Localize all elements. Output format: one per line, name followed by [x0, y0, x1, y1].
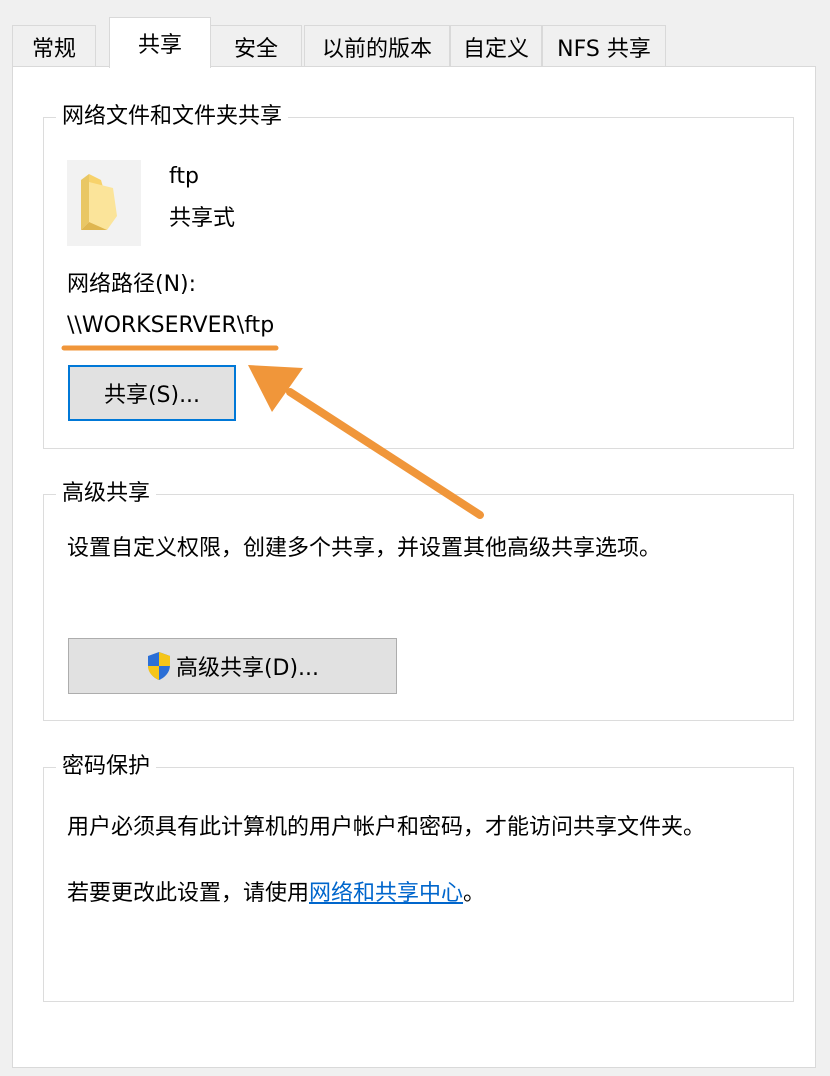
folder-icon [67, 160, 141, 246]
tab-label: 以前的版本 [321, 36, 432, 62]
tab-general[interactable]: 常规 [12, 25, 96, 67]
shield-icon [146, 651, 172, 681]
tab-label: 自定义 [462, 36, 529, 62]
advanced-sharing-description: 设置自定义权限，创建多个共享，并设置其他高级共享选项。 [67, 536, 662, 561]
share-state: 共享式 [169, 206, 236, 231]
network-path-value: \\WORKSERVER\ftp [67, 313, 275, 338]
tab-customize[interactable]: 自定义 [450, 25, 542, 67]
advanced-sharing-button-label: 高级共享(D)... [175, 656, 320, 681]
share-button-label: 共享(S)... [103, 383, 201, 408]
tab-previous-versions[interactable]: 以前的版本 [304, 25, 450, 67]
password-protection-title: 密码保护 [56, 753, 157, 781]
network-sharing-title: 网络文件和文件夹共享 [56, 103, 289, 131]
advanced-sharing-title: 高级共享 [56, 480, 157, 508]
change-setting-line: 若要更改此设置，请使用网络和共享中心。 [67, 880, 485, 908]
tab-security[interactable]: 安全 [210, 25, 302, 67]
tab-label: 安全 [233, 36, 278, 62]
tab-label: 共享 [137, 33, 182, 58]
password-protection-description: 用户必须具有此计算机的用户帐户和密码，才能访问共享文件夹。 [67, 815, 706, 840]
network-path-label: 网络路径(N): [67, 272, 197, 297]
tab-label: 常规 [31, 36, 76, 62]
advanced-sharing-button[interactable]: 高级共享(D)... [68, 638, 397, 694]
network-sharing-center-link[interactable]: 网络和共享中心 [309, 881, 463, 906]
change-setting-suffix: 。 [463, 881, 486, 906]
tab-label: NFS 共享 [557, 36, 651, 62]
tab-nfs-sharing[interactable]: NFS 共享 [542, 25, 666, 67]
change-setting-prefix: 若要更改此设置，请使用 [67, 881, 310, 906]
share-button[interactable]: 共享(S)... [68, 365, 236, 421]
sharing-panel: 网络文件和文件夹共享 ftp 共享式 网络路径(N): \\WORKSERVER… [12, 66, 816, 1068]
folder-name: ftp [169, 164, 199, 189]
tab-sharing[interactable]: 共享 [109, 17, 211, 68]
tab-strip: 常规 共享 安全 以前的版本 自定义 NFS 共享 [12, 17, 830, 68]
